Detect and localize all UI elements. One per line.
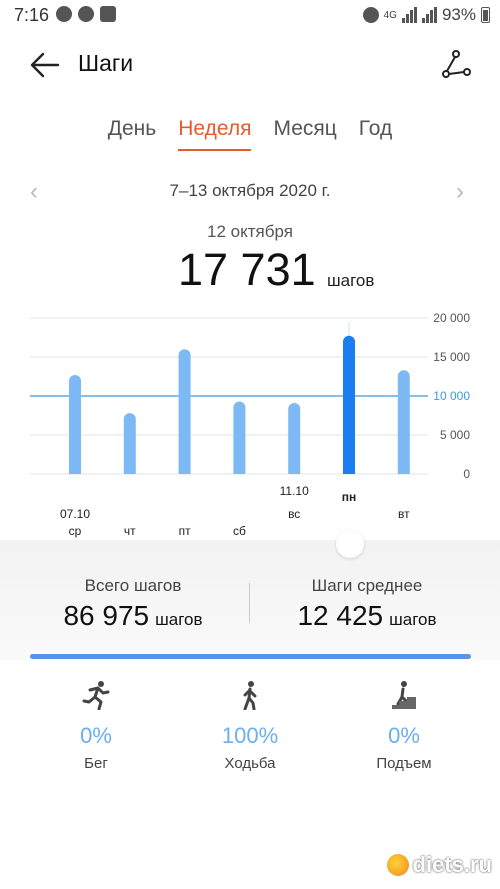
total-steps-value: 86 975 шагов <box>63 600 203 631</box>
chart-bar[interactable] <box>69 374 81 474</box>
date-range: 7–13 октября 2020 г. <box>169 181 331 200</box>
climbing-label: Подъем <box>376 755 432 772</box>
y-tick-label: 5 000 <box>440 428 470 442</box>
status-right: 4G 93% <box>362 5 490 25</box>
climbing-icon <box>392 681 416 709</box>
activity-climbing: 0% Подъем <box>344 680 464 772</box>
period-tabs: День Неделя Месяц Год <box>0 117 500 151</box>
watermark: diets.ru <box>386 852 492 878</box>
climbing-percent: 0% <box>388 723 420 748</box>
tab-month[interactable]: Месяц <box>273 117 336 151</box>
walking-icon <box>243 681 257 711</box>
walking-label: Ходьба <box>224 755 276 772</box>
chart-bar-base <box>69 468 81 474</box>
page-title: Шаги <box>78 50 134 76</box>
x-category-label: пн <box>342 490 357 504</box>
activity-progress-bar <box>30 654 471 659</box>
watermark-text: diets.ru <box>412 852 492 877</box>
chart-scrubber-handle[interactable] <box>336 530 364 558</box>
chart-bar[interactable] <box>397 370 410 474</box>
chart-bar[interactable] <box>233 401 246 474</box>
apple-logo-icon <box>386 854 409 876</box>
back-arrow-icon[interactable] <box>28 48 62 82</box>
tab-day[interactable]: День <box>108 117 156 151</box>
selected-steps-unit: шагов <box>327 271 375 290</box>
status-time: 7:16 <box>14 5 50 25</box>
y-tick-label: 0 <box>463 467 470 481</box>
avg-steps-label: Шаги среднее <box>311 576 423 595</box>
alarm-icon <box>362 7 379 23</box>
steps-bar-chart[interactable]: 20 000 15 000 10 000 5 000 0 07.10 ср чт пт сб 11.… <box>0 300 500 545</box>
chart-bar-base <box>123 468 136 474</box>
notification-icon <box>78 6 94 22</box>
chart-bar-base <box>343 468 355 474</box>
x-category-label: сб <box>233 524 246 538</box>
selected-date: 12 октября <box>207 222 293 241</box>
activity-running: 0% Бег <box>36 680 156 772</box>
x-date-label: 07.10 <box>60 507 90 521</box>
chart-bar[interactable] <box>288 403 301 474</box>
chart-bar[interactable] <box>123 413 136 474</box>
running-label: Бег <box>84 755 108 772</box>
signal-icon <box>401 7 417 23</box>
network-type: 4G <box>383 9 397 21</box>
chart-bar-base <box>288 468 301 474</box>
activity-walking: 100% Ходьба <box>190 680 310 772</box>
x-category-label: вс <box>288 507 300 521</box>
notification-icons <box>56 6 116 22</box>
running-icon <box>82 681 110 711</box>
running-percent: 0% <box>80 723 112 748</box>
avg-steps-value: 12 425 шагов <box>297 600 437 631</box>
route-share-icon[interactable] <box>440 48 472 80</box>
battery-icon <box>481 7 490 23</box>
selected-steps-value: 17 731 <box>178 244 316 295</box>
message-icon <box>56 6 72 22</box>
x-category-label: чт <box>124 524 136 538</box>
y-tick-label: 20 000 <box>433 311 470 325</box>
total-steps-label: Всего шагов <box>84 576 182 595</box>
walking-percent: 100% <box>221 723 279 748</box>
x-category-label: пт <box>179 524 191 538</box>
x-date-label: 11.10 <box>280 484 309 498</box>
chevron-right-icon[interactable]: › <box>456 178 464 206</box>
signal-2-icon <box>421 7 437 23</box>
chart-bar-base <box>233 468 246 474</box>
x-category-label: ср <box>69 524 82 538</box>
x-category-label: вт <box>398 507 410 521</box>
chart-bar[interactable] <box>343 335 355 474</box>
y-tick-label: 15 000 <box>433 350 470 364</box>
chart-bar[interactable] <box>178 349 191 474</box>
chart-bar-base <box>397 468 410 474</box>
y-tick-label: 10 000 <box>433 389 470 403</box>
checkbox-notification-icon <box>100 6 116 22</box>
battery-percent: 93% <box>441 5 476 24</box>
chart-bar-base <box>178 468 191 474</box>
tab-week[interactable]: Неделя <box>178 117 252 151</box>
tab-year[interactable]: Год <box>359 117 392 151</box>
